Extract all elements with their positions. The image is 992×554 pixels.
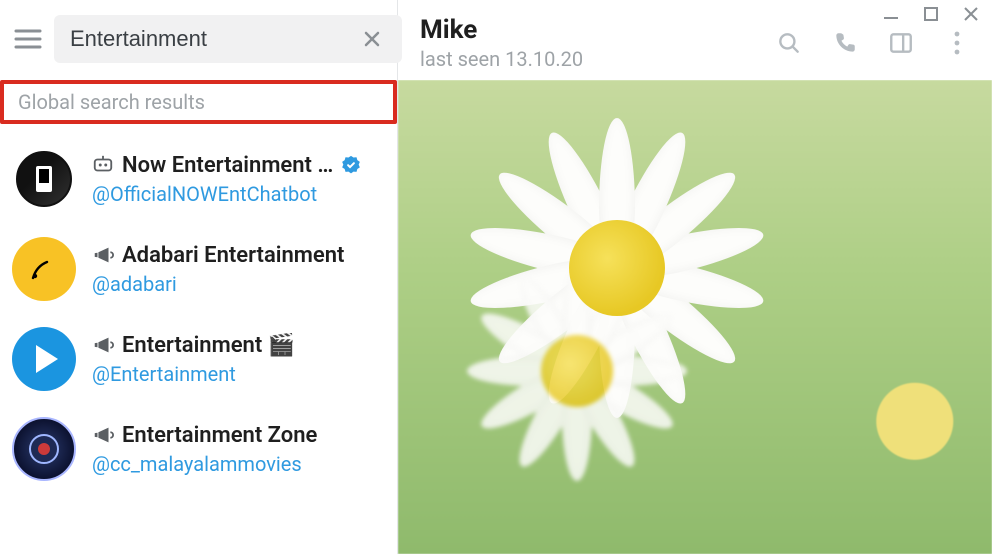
- megaphone-icon: [92, 244, 114, 266]
- chat-title[interactable]: Mike: [420, 15, 774, 45]
- minimize-button[interactable]: [878, 4, 904, 24]
- hamburger-menu-button[interactable]: [14, 20, 42, 58]
- result-title: Now Entertainment …: [122, 153, 333, 178]
- bot-icon: [92, 154, 114, 176]
- side-panel-button[interactable]: [886, 28, 916, 58]
- avatar: [12, 147, 76, 211]
- megaphone-icon: [92, 424, 114, 446]
- search-results-list: Now Entertainment … @OfficialNOWEntChatb…: [0, 134, 397, 554]
- sidebar: Global search results Now Entertainment …: [0, 0, 398, 554]
- result-handle: @Entertainment: [92, 362, 385, 386]
- verified-badge-icon: [341, 155, 361, 175]
- result-title: Entertainment Zone: [122, 423, 317, 448]
- search-result-item[interactable]: Entertainment 🎬 @Entertainment: [12, 314, 385, 404]
- result-handle: @adabari: [92, 272, 385, 296]
- chat-last-seen: last seen 13.10.20: [420, 47, 774, 71]
- result-handle: @OfficialNOWEntChatbot: [92, 182, 385, 206]
- search-result-item[interactable]: Now Entertainment … @OfficialNOWEntChatb…: [12, 134, 385, 224]
- search-result-item[interactable]: Entertainment Zone @cc_malayalammovies: [12, 404, 385, 494]
- chat-pane: Mike last seen 13.10.20: [398, 0, 992, 554]
- maximize-button[interactable]: [918, 4, 944, 24]
- avatar: [12, 327, 76, 391]
- result-title: Entertainment 🎬: [122, 333, 295, 358]
- avatar: [12, 417, 76, 481]
- result-handle: @cc_malayalammovies: [92, 452, 385, 476]
- chat-wallpaper: [398, 80, 992, 554]
- megaphone-icon: [92, 334, 114, 356]
- search-field-wrap: [54, 15, 402, 63]
- search-in-chat-button[interactable]: [774, 28, 804, 58]
- more-options-button[interactable]: [942, 28, 972, 58]
- call-button[interactable]: [830, 28, 860, 58]
- clear-search-button[interactable]: [358, 25, 386, 53]
- search-result-item[interactable]: Adabari Entertainment @adabari: [12, 224, 385, 314]
- close-window-button[interactable]: [958, 4, 984, 24]
- result-title: Adabari Entertainment: [122, 243, 344, 268]
- global-search-results-header: Global search results: [0, 80, 397, 124]
- search-input[interactable]: [70, 26, 358, 52]
- avatar: [12, 237, 76, 301]
